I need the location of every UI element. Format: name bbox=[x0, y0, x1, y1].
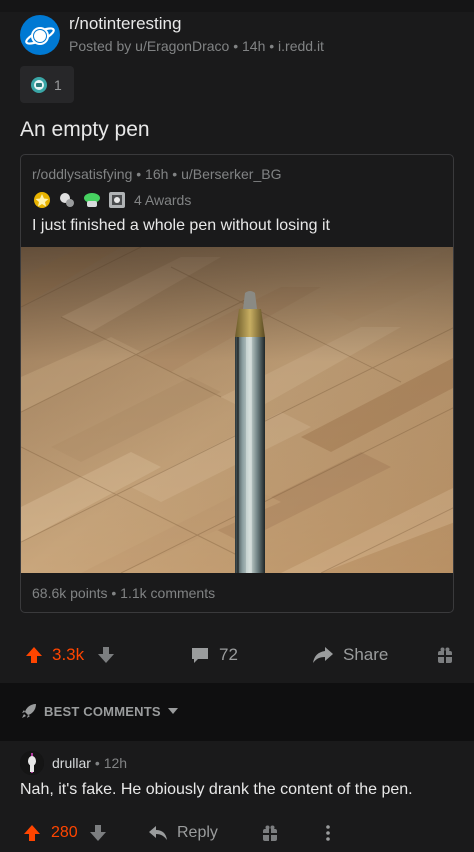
post-award-chip[interactable]: 1 bbox=[20, 66, 74, 103]
gift-icon bbox=[263, 825, 277, 841]
kebab-icon bbox=[326, 825, 330, 841]
planet-icon bbox=[25, 26, 55, 45]
share-label: Share bbox=[343, 645, 389, 664]
arrow-down-icon[interactable] bbox=[88, 823, 108, 843]
upvote-count: 3.3k bbox=[52, 645, 85, 664]
post-action-bar: 3.3k 72 Share bbox=[0, 633, 474, 677]
crosspost-stats: 68.6k points • 1.1k comments bbox=[32, 585, 216, 601]
caret-down-icon bbox=[167, 708, 178, 714]
upvote-group: 3.3k bbox=[24, 633, 116, 677]
avatar[interactable] bbox=[20, 751, 44, 775]
arrow-down-icon[interactable] bbox=[96, 645, 116, 665]
award-icon bbox=[31, 76, 47, 93]
awards-label: 4 Awards bbox=[134, 192, 192, 208]
comment-vote-group: 280 bbox=[22, 817, 108, 849]
subreddit-name[interactable]: r/notinteresting bbox=[69, 14, 324, 34]
crosspost-image[interactable] bbox=[21, 247, 453, 573]
gold-award-icon bbox=[34, 192, 50, 208]
crosspost-awards[interactable]: 4 Awards bbox=[32, 190, 191, 210]
comment-header: drullar • 12h bbox=[20, 751, 127, 775]
silver-award-icon bbox=[109, 192, 125, 208]
comment-award-button[interactable] bbox=[261, 817, 279, 849]
subreddit-avatar[interactable] bbox=[20, 14, 60, 55]
arrow-up-icon[interactable] bbox=[24, 645, 44, 665]
comment-more-button[interactable] bbox=[324, 817, 332, 849]
top-strip bbox=[0, 0, 474, 12]
comment-time: • 12h bbox=[94, 755, 128, 771]
post-header: r/notinteresting Posted by u/EragonDraco… bbox=[20, 14, 324, 55]
helpful-award-icon bbox=[60, 193, 74, 207]
posted-by-line[interactable]: Posted by u/EragonDraco • 14h • i.redd.i… bbox=[69, 37, 324, 55]
reply-button[interactable]: Reply bbox=[148, 817, 218, 849]
wholesome-award-icon bbox=[84, 193, 100, 207]
give-award-button[interactable] bbox=[436, 633, 454, 677]
post-title[interactable]: An empty pen bbox=[20, 118, 150, 142]
comment: drullar • 12h Nah, it's fake. He obiousl… bbox=[0, 741, 474, 852]
pen-on-parquet-image bbox=[21, 247, 453, 573]
comment-sort-dropdown[interactable]: BEST COMMENTS bbox=[20, 702, 179, 720]
sort-label: BEST COMMENTS bbox=[44, 703, 161, 719]
user-avatar-icon bbox=[20, 751, 44, 775]
reply-label: Reply bbox=[177, 824, 218, 841]
comment-upvote-count: 280 bbox=[51, 824, 78, 841]
reply-arrow-icon bbox=[149, 826, 167, 840]
crosspost-meta[interactable]: r/oddlysatisfying • 16h • u/Berserker_BG bbox=[32, 166, 281, 182]
share-button[interactable]: Share bbox=[312, 633, 388, 677]
rocket-icon bbox=[22, 704, 36, 718]
share-arrow-icon bbox=[313, 647, 333, 663]
comments-button[interactable]: 72 bbox=[190, 633, 238, 677]
arrow-up-icon[interactable] bbox=[22, 823, 42, 843]
crosspost-title[interactable]: I just finished a whole pen without losi… bbox=[32, 217, 330, 235]
comment-username[interactable]: drullar bbox=[52, 755, 91, 771]
award-count: 1 bbox=[54, 76, 62, 93]
crosspost-card[interactable]: r/oddlysatisfying • 16h • u/Berserker_BG… bbox=[20, 154, 454, 613]
comment-body: Nah, it's fake. He obiously drank the co… bbox=[20, 781, 413, 798]
gift-icon bbox=[438, 647, 452, 663]
comment-action-bar: 280 Reply bbox=[0, 817, 474, 849]
comment-count: 72 bbox=[219, 645, 238, 664]
speech-bubble-icon bbox=[192, 648, 208, 663]
